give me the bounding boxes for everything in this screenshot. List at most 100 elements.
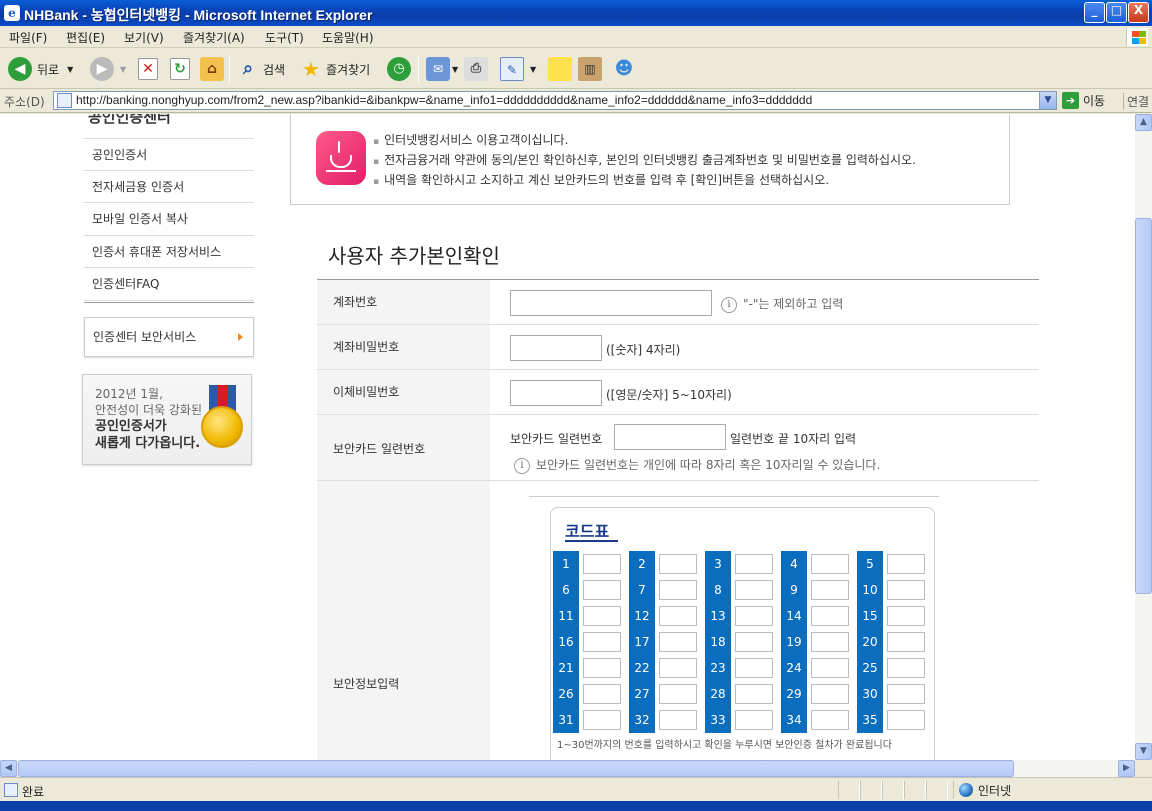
favorites-button[interactable]: ★ 즐겨찾기 [299, 55, 370, 83]
code-input[interactable] [887, 580, 925, 600]
address-url[interactable]: http://banking.nonghyup.com/from2_new.as… [76, 93, 812, 107]
minimize-button[interactable]: _ [1084, 2, 1105, 23]
windows-logo-icon [1126, 28, 1148, 46]
refresh-button[interactable]: ↻ [170, 55, 190, 83]
code-input[interactable] [659, 658, 697, 678]
maximize-button[interactable]: □ [1106, 2, 1127, 23]
sidebar-item-phone-storage[interactable]: 인증서 휴대폰 저장서비스 [84, 236, 254, 268]
scroll-down-icon[interactable]: ▼ [1135, 743, 1152, 760]
sidebar-item-mobile-copy[interactable]: 모바일 인증서 복사 [84, 203, 254, 236]
code-input[interactable] [583, 580, 621, 600]
sidebar-item-tax-certificate[interactable]: 전자세금용 인증서 [84, 171, 254, 203]
sidebar-item-certificate[interactable]: 공인인증서 [84, 138, 254, 171]
research-button[interactable]: ▥ [578, 55, 602, 83]
forward-dropdown-icon[interactable]: ▼ [120, 65, 126, 74]
code-input[interactable] [887, 684, 925, 704]
print-button[interactable]: ⎙ [464, 55, 488, 83]
vertical-scrollbar[interactable]: ▲ ▼ [1135, 114, 1152, 760]
code-input[interactable] [887, 554, 925, 574]
code-input[interactable] [811, 684, 849, 704]
code-input[interactable] [735, 710, 773, 730]
edit-dropdown-icon[interactable]: ▼ [530, 65, 536, 74]
account-password-input[interactable] [510, 335, 602, 361]
code-input[interactable] [887, 606, 925, 626]
menu-file[interactable]: 파일(F) [9, 29, 47, 46]
home-button[interactable]: ⌂ [200, 55, 224, 83]
code-input[interactable] [811, 554, 849, 574]
search-button[interactable]: ⌕ 검색 [236, 55, 285, 83]
sidebar-item-faq[interactable]: 인증센터FAQ [84, 268, 254, 301]
back-button[interactable]: ◀ 뒤로 ▼ [8, 55, 73, 83]
back-dropdown-icon[interactable]: ▼ [67, 65, 73, 74]
horizontal-scrollbar[interactable]: ◀ ▶ [0, 760, 1135, 777]
menu-favorites[interactable]: 즐겨찾기(A) [183, 29, 245, 46]
code-input[interactable] [735, 632, 773, 652]
browser-window: e NHBank - 농협인터넷뱅킹 - Microsoft Internet … [0, 0, 1152, 811]
code-cell: 9 [781, 577, 857, 603]
code-input[interactable] [583, 554, 621, 574]
code-number: 12 [629, 603, 655, 629]
code-number: 22 [629, 655, 655, 681]
horizontal-scroll-thumb[interactable] [18, 760, 1014, 777]
code-input[interactable] [583, 606, 621, 626]
code-input[interactable] [811, 658, 849, 678]
teacup-icon [316, 131, 366, 185]
code-input[interactable] [659, 580, 697, 600]
code-input[interactable] [735, 580, 773, 600]
close-button[interactable]: X [1128, 2, 1149, 23]
history-button[interactable]: ◷ [387, 55, 411, 83]
code-input[interactable] [887, 632, 925, 652]
menu-edit[interactable]: 편집(E) [66, 29, 105, 46]
menu-help[interactable]: 도움말(H) [322, 29, 374, 46]
code-number: 1 [553, 551, 579, 577]
code-input[interactable] [735, 658, 773, 678]
code-input[interactable] [659, 606, 697, 626]
scroll-up-icon[interactable]: ▲ [1135, 114, 1152, 131]
code-input[interactable] [811, 632, 849, 652]
code-input[interactable] [583, 710, 621, 730]
mail-dropdown-icon[interactable]: ▼ [452, 65, 458, 74]
code-input[interactable] [583, 658, 621, 678]
code-input[interactable] [811, 606, 849, 626]
address-dropdown-icon[interactable]: ▼ [1039, 92, 1056, 109]
code-input[interactable] [659, 632, 697, 652]
account-number-input[interactable] [510, 290, 712, 316]
code-input[interactable] [811, 710, 849, 730]
mail-button[interactable]: ✉ ▼ [426, 55, 458, 83]
banner-headline: 공인인증서가 새롭게 다가옵니다. [95, 418, 200, 452]
messenger-button[interactable]: ☻ [612, 55, 636, 83]
address-input[interactable]: http://banking.nonghyup.com/from2_new.as… [53, 91, 1057, 110]
scroll-left-icon[interactable]: ◀ [0, 760, 17, 777]
code-input[interactable] [811, 580, 849, 600]
code-input[interactable] [583, 684, 621, 704]
code-input[interactable] [735, 606, 773, 626]
code-input[interactable] [659, 710, 697, 730]
menu-tools[interactable]: 도구(T) [265, 29, 304, 46]
go-button[interactable]: ➔ 이동 [1062, 92, 1105, 109]
scroll-right-icon[interactable]: ▶ [1118, 760, 1135, 777]
certificate-banner[interactable]: 2012년 1월, 안전성이 더욱 강화된 공인인증서가 새롭게 다가옵니다. [82, 374, 252, 465]
edit-button[interactable]: ✎ ▼ [500, 55, 536, 83]
security-service-button[interactable]: 인증센터 보안서비스 [84, 317, 254, 357]
code-number: 33 [705, 707, 731, 733]
menu-view[interactable]: 보기(V) [124, 29, 164, 46]
transfer-password-input[interactable] [510, 380, 602, 406]
vertical-scroll-thumb[interactable] [1135, 218, 1152, 594]
code-input[interactable] [583, 632, 621, 652]
banner-line-1: 2012년 1월, [95, 387, 163, 401]
code-input[interactable] [659, 554, 697, 574]
links-button[interactable]: 연결 [1123, 93, 1149, 110]
security-zone: 인터넷 [953, 781, 1133, 799]
forward-button[interactable]: ▶ ▼ [90, 55, 126, 83]
code-cell: 16 [553, 629, 629, 655]
discuss-button[interactable] [548, 55, 572, 83]
stop-button[interactable]: ✕ [138, 55, 158, 83]
code-cell: 14 [781, 603, 857, 629]
code-input[interactable] [735, 554, 773, 574]
code-input[interactable] [659, 684, 697, 704]
code-number: 28 [705, 681, 731, 707]
code-input[interactable] [887, 710, 925, 730]
code-input[interactable] [887, 658, 925, 678]
card-serial-input[interactable] [614, 424, 726, 450]
code-input[interactable] [735, 684, 773, 704]
